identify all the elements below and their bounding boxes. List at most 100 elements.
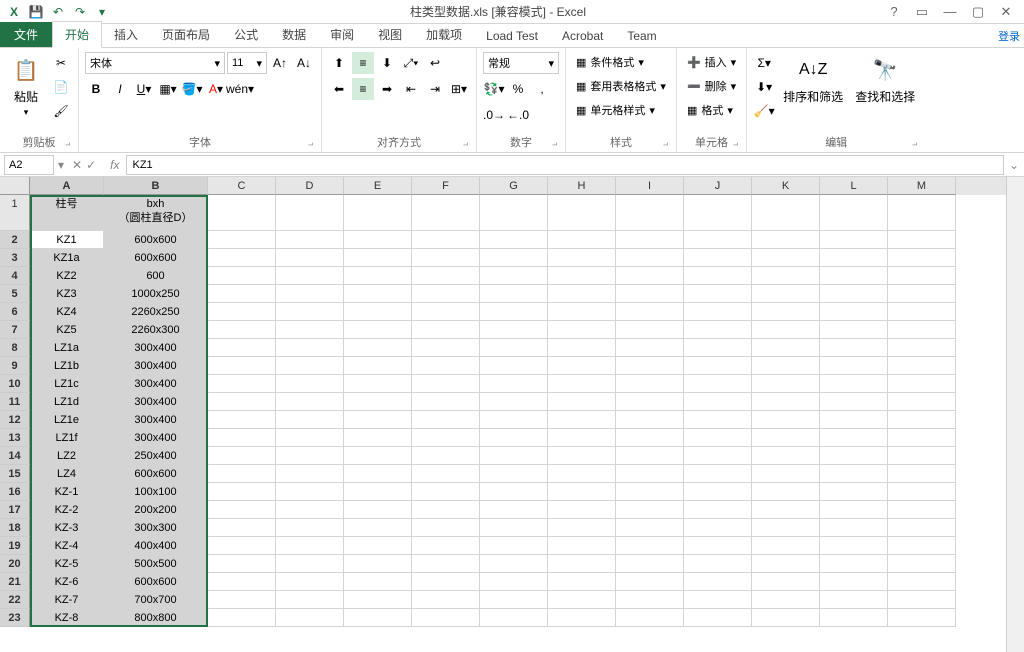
signin-link[interactable]: 登录 (998, 28, 1020, 44)
cell[interactable] (412, 267, 480, 285)
cell[interactable] (276, 357, 344, 375)
cell[interactable] (820, 483, 888, 501)
increase-decimal-icon[interactable]: .0→ (483, 104, 505, 126)
cell[interactable] (752, 555, 820, 573)
format-painter-icon[interactable]: 🖌 (50, 100, 72, 122)
cell[interactable] (548, 429, 616, 447)
cell[interactable]: 2260x250 (104, 303, 208, 321)
cell[interactable] (412, 321, 480, 339)
border-button[interactable]: ▦▾ (157, 78, 179, 100)
cut-icon[interactable]: ✂ (50, 52, 72, 74)
cell[interactable] (480, 573, 548, 591)
cell[interactable] (616, 195, 684, 231)
grid[interactable]: ABCDEFGHIJKLM 柱号bxh（圆柱直径D）KZ1600x600KZ1a… (30, 177, 1006, 652)
indent-increase-icon[interactable]: ⇥ (424, 78, 446, 100)
cell[interactable]: 800x800 (104, 609, 208, 627)
cell[interactable]: 2260x300 (104, 321, 208, 339)
cell[interactable] (888, 267, 956, 285)
cell[interactable] (480, 321, 548, 339)
cell[interactable] (344, 501, 412, 519)
cell[interactable] (616, 573, 684, 591)
cell[interactable]: LZ1f (30, 429, 104, 447)
cell[interactable] (820, 321, 888, 339)
vertical-scrollbar[interactable] (1006, 177, 1024, 652)
cell[interactable] (616, 465, 684, 483)
help-button[interactable]: ? (884, 2, 904, 22)
select-all-corner[interactable] (0, 177, 30, 195)
expand-formula-bar-icon[interactable]: ⌄ (1004, 158, 1024, 172)
cell[interactable] (480, 303, 548, 321)
cell[interactable] (820, 609, 888, 627)
cell[interactable] (344, 375, 412, 393)
close-button[interactable]: ✕ (996, 2, 1016, 22)
cell[interactable]: KZ-1 (30, 483, 104, 501)
cell[interactable] (208, 195, 276, 231)
accept-formula-icon[interactable]: ✓ (86, 158, 96, 172)
autosum-icon[interactable]: Σ▾ (753, 52, 775, 74)
cell[interactable] (276, 429, 344, 447)
tab-team[interactable]: Team (615, 25, 668, 47)
cell[interactable]: 300x400 (104, 411, 208, 429)
row-header[interactable]: 17 (0, 501, 30, 519)
copy-icon[interactable]: 📄 (50, 76, 72, 98)
cell[interactable] (344, 465, 412, 483)
cell[interactable] (548, 195, 616, 231)
cell[interactable] (480, 591, 548, 609)
cell[interactable]: KZ-6 (30, 573, 104, 591)
cell[interactable] (752, 519, 820, 537)
format-cells-button[interactable]: ▦格式▾ (683, 100, 737, 120)
qat-dropdown-icon[interactable]: ▾ (92, 2, 112, 22)
cell[interactable] (208, 285, 276, 303)
cell[interactable] (752, 231, 820, 249)
cell[interactable] (208, 249, 276, 267)
cell[interactable] (276, 321, 344, 339)
font-color-button[interactable]: A▾ (205, 78, 227, 100)
cell[interactable] (820, 195, 888, 231)
fill-icon[interactable]: ⬇▾ (753, 76, 775, 98)
tab-file[interactable]: 文件 (0, 22, 52, 47)
row-header[interactable]: 23 (0, 609, 30, 627)
cell[interactable] (616, 555, 684, 573)
row-header[interactable]: 18 (0, 519, 30, 537)
cell[interactable] (752, 303, 820, 321)
cell[interactable] (888, 537, 956, 555)
fill-color-button[interactable]: 🪣▾ (181, 78, 203, 100)
cell[interactable] (888, 357, 956, 375)
cell[interactable] (888, 519, 956, 537)
cell[interactable] (344, 537, 412, 555)
cell[interactable] (684, 537, 752, 555)
cell[interactable] (208, 465, 276, 483)
cell[interactable] (684, 249, 752, 267)
comma-icon[interactable]: , (531, 78, 553, 100)
cell[interactable] (616, 591, 684, 609)
align-center-icon[interactable]: ≡ (352, 78, 374, 100)
cell[interactable] (888, 465, 956, 483)
cell[interactable] (684, 321, 752, 339)
cell[interactable] (684, 393, 752, 411)
cell[interactable]: 200x200 (104, 501, 208, 519)
cell[interactable]: 柱号 (30, 195, 104, 231)
cell[interactable] (208, 321, 276, 339)
cell[interactable]: KZ2 (30, 267, 104, 285)
cell[interactable] (616, 375, 684, 393)
cell[interactable] (412, 519, 480, 537)
cell[interactable] (208, 537, 276, 555)
cell[interactable]: LZ2 (30, 447, 104, 465)
row-header[interactable]: 7 (0, 321, 30, 339)
cell[interactable] (888, 375, 956, 393)
cell[interactable] (820, 429, 888, 447)
save-icon[interactable]: 💾 (26, 2, 46, 22)
cell[interactable] (344, 411, 412, 429)
cell[interactable] (616, 429, 684, 447)
col-header-F[interactable]: F (412, 177, 480, 195)
cell[interactable] (276, 231, 344, 249)
row-header[interactable]: 16 (0, 483, 30, 501)
cell[interactable] (276, 483, 344, 501)
cell[interactable]: LZ1d (30, 393, 104, 411)
cell[interactable] (548, 555, 616, 573)
bold-button[interactable]: B (85, 78, 107, 100)
cell[interactable] (412, 609, 480, 627)
cell[interactable] (208, 231, 276, 249)
cell[interactable] (820, 393, 888, 411)
cell[interactable] (684, 195, 752, 231)
